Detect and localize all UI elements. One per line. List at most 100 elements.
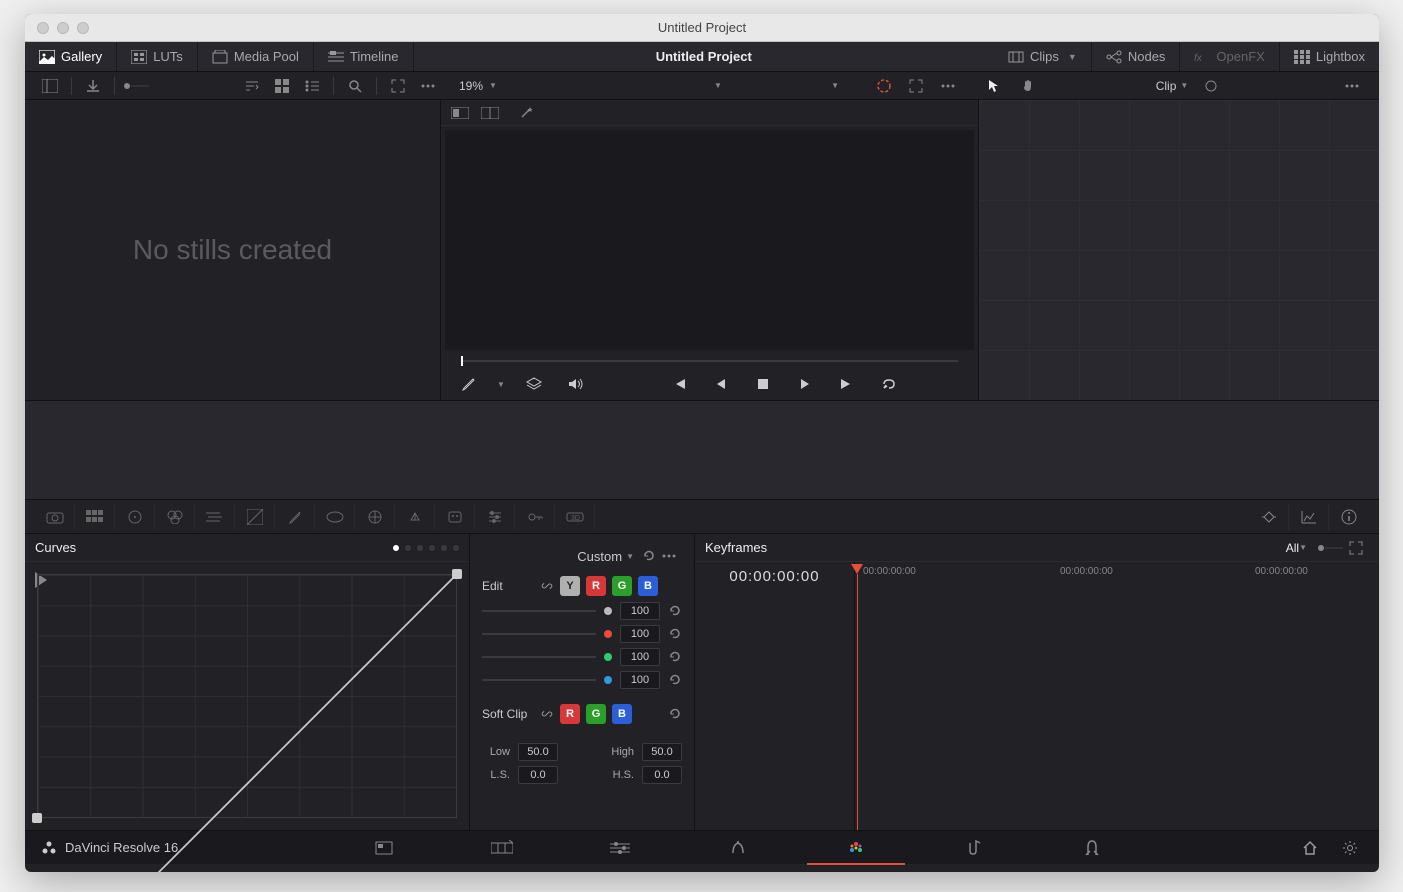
link-icon[interactable] xyxy=(540,579,554,593)
node-more-icon[interactable] xyxy=(1339,76,1365,96)
search-icon[interactable] xyxy=(342,76,368,96)
high-value[interactable]: 50.0 xyxy=(642,743,682,761)
curves-mode-dropdown[interactable]: Custom▼ xyxy=(577,549,634,564)
sizing-icon[interactable]: 3D xyxy=(555,504,595,530)
fairlight-page-tab[interactable] xyxy=(915,831,1033,865)
media-page-tab[interactable] xyxy=(325,831,443,865)
softclip-reset-icon[interactable] xyxy=(668,707,682,721)
loop-icon[interactable] xyxy=(876,374,902,394)
node-circle-icon[interactable] xyxy=(1198,76,1224,96)
intensity-slider-2[interactable]: 100 xyxy=(482,648,682,666)
viewer-scrubber[interactable] xyxy=(441,354,978,368)
softclip-link-icon[interactable] xyxy=(540,707,554,721)
grid-view-icon[interactable] xyxy=(269,76,295,96)
stop-icon[interactable] xyxy=(750,374,776,394)
keyframe-palette-icon[interactable] xyxy=(1249,504,1289,530)
dual-view-icon[interactable] xyxy=(479,104,501,122)
openfx-tab[interactable]: fx OpenFX xyxy=(1180,42,1279,71)
slider-reset-icon[interactable] xyxy=(668,604,682,618)
expand-viewer-icon[interactable] xyxy=(903,76,929,96)
sort-icon[interactable] xyxy=(239,76,265,96)
slider-reset-icon[interactable] xyxy=(668,627,682,641)
curves-page-dots[interactable] xyxy=(393,545,459,551)
list-view-icon[interactable] xyxy=(299,76,325,96)
nodes-tab[interactable]: Nodes xyxy=(1092,42,1181,71)
layers-icon[interactable] xyxy=(521,374,547,394)
prev-frame-icon[interactable] xyxy=(708,374,734,394)
mediapool-tab[interactable]: Media Pool xyxy=(198,42,314,71)
intensity-slider-1[interactable]: 100 xyxy=(482,625,682,643)
channel-y-button[interactable]: Y xyxy=(560,576,580,596)
wand-icon[interactable] xyxy=(515,104,537,122)
info-icon[interactable] xyxy=(1329,504,1369,530)
slider-dot-icon[interactable] xyxy=(123,76,149,96)
lightbox-tab[interactable]: Lightbox xyxy=(1280,42,1379,71)
first-frame-icon[interactable] xyxy=(666,374,692,394)
curve-point-start[interactable] xyxy=(32,813,42,823)
keyframes-filter[interactable]: All xyxy=(1286,541,1299,555)
play-icon[interactable] xyxy=(792,374,818,394)
window-icon[interactable] xyxy=(355,504,395,530)
rgb-mixer-icon[interactable] xyxy=(155,504,195,530)
blur-icon[interactable] xyxy=(475,504,515,530)
channel-g-button[interactable]: G xyxy=(612,576,632,596)
intensity-slider-0[interactable]: 100 xyxy=(482,602,682,620)
motion-effects-icon[interactable] xyxy=(195,504,235,530)
keyframe-timeline[interactable]: 00:00:00:00 00:00:00:00 00:00:00:00 xyxy=(855,562,1379,830)
scopes-icon[interactable] xyxy=(1289,504,1329,530)
bypass-icon[interactable] xyxy=(871,76,897,96)
deliver-page-tab[interactable] xyxy=(1033,831,1151,865)
curve-editor[interactable] xyxy=(37,574,457,818)
hand-icon[interactable] xyxy=(1015,76,1041,96)
playhead-icon[interactable] xyxy=(851,564,863,574)
settings-icon[interactable] xyxy=(1337,838,1363,858)
color-warper-icon[interactable] xyxy=(275,504,315,530)
slider-reset-icon[interactable] xyxy=(668,673,682,687)
timeline-tab[interactable]: Timeline xyxy=(314,42,414,71)
curve-point-end[interactable] xyxy=(452,569,462,579)
pointer-icon[interactable] xyxy=(981,76,1007,96)
color-page-tab[interactable] xyxy=(797,831,915,865)
fusion-page-tab[interactable] xyxy=(679,831,797,865)
close-dot[interactable] xyxy=(37,22,49,34)
slider-reset-icon[interactable] xyxy=(668,650,682,664)
softclip-g-button[interactable]: G xyxy=(586,704,606,724)
hs-value[interactable]: 0.0 xyxy=(642,766,682,784)
magic-mask-icon[interactable] xyxy=(435,504,475,530)
luts-tab[interactable]: LUTs xyxy=(117,42,198,71)
eyedropper-icon[interactable] xyxy=(455,374,481,394)
more-icon[interactable] xyxy=(415,76,441,96)
single-view-icon[interactable] xyxy=(449,104,471,122)
tracker-icon[interactable] xyxy=(395,504,435,530)
softclip-b-button[interactable]: B xyxy=(612,704,632,724)
download-icon[interactable] xyxy=(80,76,106,96)
key-icon[interactable] xyxy=(515,504,555,530)
edit-page-tab[interactable] xyxy=(561,831,679,865)
volume-icon[interactable] xyxy=(563,374,589,394)
zoom-dot[interactable] xyxy=(77,22,89,34)
viewer-canvas[interactable] xyxy=(445,130,974,350)
qualifier-icon[interactable] xyxy=(315,504,355,530)
expand-icon[interactable] xyxy=(385,76,411,96)
curves-palette-icon[interactable] xyxy=(235,504,275,530)
curves-more-icon[interactable] xyxy=(656,546,682,566)
channel-b-button[interactable]: B xyxy=(638,576,658,596)
cut-page-tab[interactable] xyxy=(443,831,561,865)
gallery-tab[interactable]: Gallery xyxy=(25,42,117,71)
viewer-dropdown2[interactable]: ▼ xyxy=(831,81,839,90)
keyframes-expand-icon[interactable] xyxy=(1343,538,1369,558)
intensity-slider-3[interactable]: 100 xyxy=(482,671,682,689)
node-mode[interactable]: Clip xyxy=(1156,79,1177,93)
color-wheels-icon[interactable] xyxy=(115,504,155,530)
curves-reset-icon[interactable] xyxy=(642,549,656,563)
keyframes-slider-icon[interactable] xyxy=(1317,538,1343,558)
low-value[interactable]: 50.0 xyxy=(518,743,558,761)
ls-value[interactable]: 0.0 xyxy=(518,766,558,784)
clips-dropdown[interactable]: Clips▼ xyxy=(994,42,1092,71)
minimize-dot[interactable] xyxy=(57,22,69,34)
node-panel[interactable] xyxy=(979,100,1379,400)
last-frame-icon[interactable] xyxy=(834,374,860,394)
zoom-value[interactable]: 19% xyxy=(459,79,483,93)
sidebar-toggle-icon[interactable] xyxy=(37,76,63,96)
home-icon[interactable] xyxy=(1297,838,1323,858)
